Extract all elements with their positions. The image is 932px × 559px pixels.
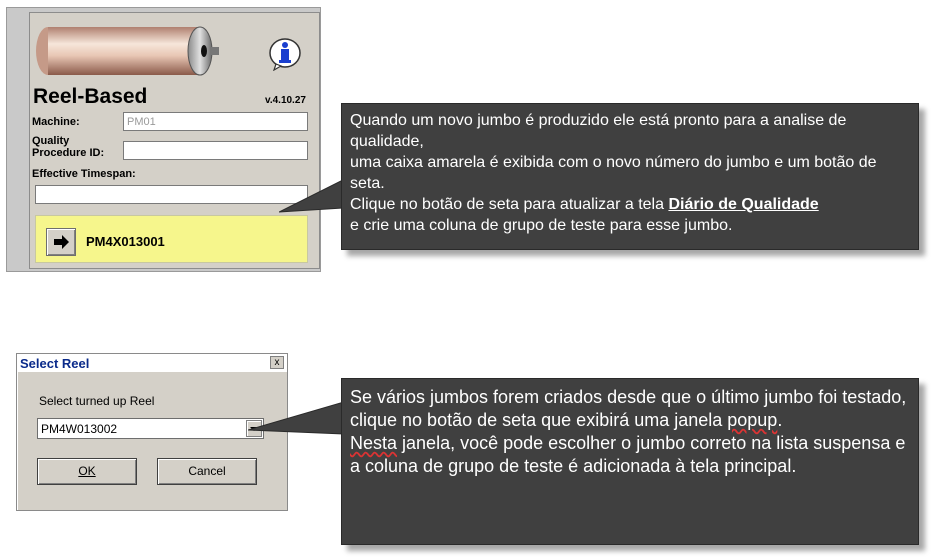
cancel-button[interactable]: Cancel: [157, 458, 257, 485]
version-label: v.4.10.27: [265, 95, 306, 106]
info-icon[interactable]: [268, 37, 302, 71]
callout-pointer: [279, 179, 343, 213]
reel-select[interactable]: PM4W013002: [37, 418, 264, 439]
callout2-para1-text: Se vários jumbos forem criados desde que…: [350, 387, 907, 430]
callout1-line4: e crie uma coluna de grupo de teste para…: [350, 217, 733, 234]
quality-label-line1: Quality: [32, 135, 70, 147]
callout2-para1: Se vários jumbos forem criados desde que…: [350, 386, 910, 432]
app-title: Reel-Based: [33, 85, 148, 108]
quality-diary-link[interactable]: Diário de Qualidade: [668, 196, 818, 213]
callout2-para2: Nesta janela, você pode escolher o jumbo…: [350, 432, 910, 478]
callout2-popup-word: popup: [727, 410, 778, 430]
callout2-para1-end: .: [777, 410, 783, 430]
reel-panel: Reel-Based v.4.10.27 Machine: PM01 Quali…: [6, 7, 321, 272]
dialog-titlebar: Select Reel x: [17, 354, 287, 372]
machine-field[interactable]: PM01: [123, 112, 308, 131]
callout-new-reel: Quando um novo jumbo é produzido ele est…: [341, 103, 919, 250]
arrow-right-icon: [54, 235, 69, 249]
timespan-label: Effective Timespan:: [32, 168, 136, 180]
paper-reel-icon: [36, 26, 219, 76]
quality-label-line2: Procedure ID:: [32, 147, 105, 159]
reel-select-value: PM4W013002: [41, 422, 118, 436]
arrow-button[interactable]: [46, 228, 76, 256]
ok-button[interactable]: OK: [37, 458, 137, 485]
callout2-nesta-word: Nesta: [350, 433, 398, 453]
callout-pointer-2: [248, 401, 344, 435]
select-reel-label: Select turned up Reel: [39, 394, 155, 408]
close-button[interactable]: x: [270, 356, 284, 369]
quality-procedure-field[interactable]: [123, 141, 308, 160]
cancel-button-label: Cancel: [188, 464, 226, 478]
callout1-line1: Quando um novo jumbo é produzido ele est…: [350, 112, 847, 150]
machine-label: Machine:: [32, 116, 80, 128]
dialog-title: Select Reel: [20, 356, 90, 371]
callout-select-reel: Se vários jumbos forem criados desde que…: [341, 378, 919, 545]
timespan-field[interactable]: [35, 185, 308, 204]
callout1-line2: uma caixa amarela é exibida com o novo n…: [350, 154, 877, 192]
new-reel-box: PM4X013001: [35, 215, 308, 263]
callout1-line3: Clique no botão de seta para atualizar a…: [350, 194, 910, 215]
callout1-line3-text: Clique no botão de seta para atualizar a…: [350, 196, 669, 213]
reel-panel-inner: Reel-Based v.4.10.27 Machine: PM01 Quali…: [29, 12, 320, 269]
callout2-para2-text: janela, você pode escolher o jumbo corre…: [350, 433, 906, 476]
reel-id-label: PM4X013001: [86, 234, 165, 249]
ok-button-label: OK: [78, 464, 96, 478]
